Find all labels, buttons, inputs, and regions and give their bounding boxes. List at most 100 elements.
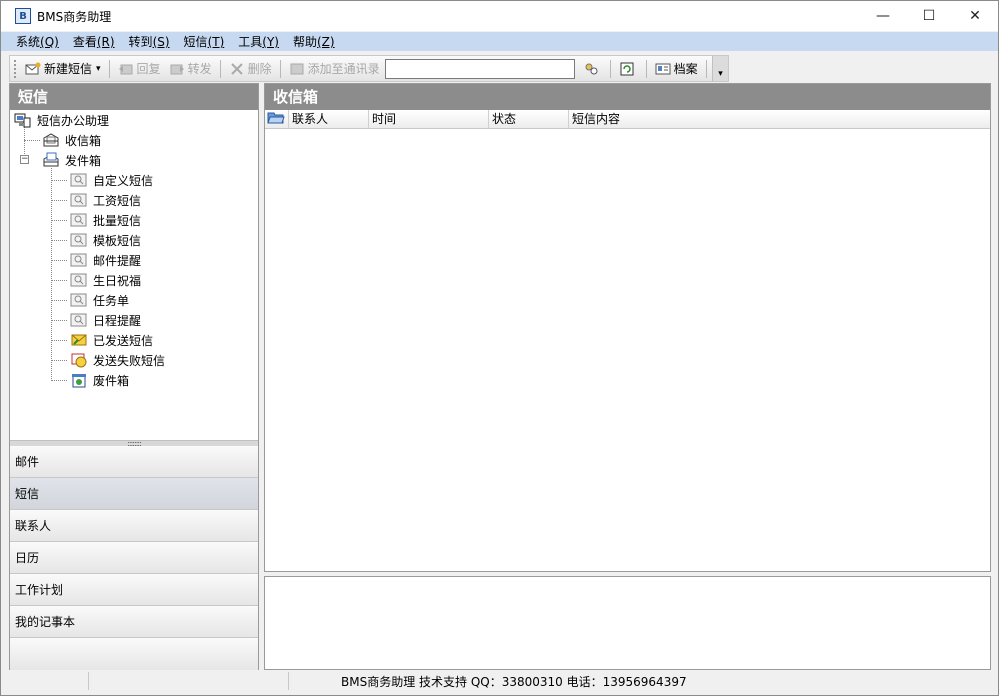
tree-item-birthday-wishes-label: 生日祝福 (93, 273, 142, 288)
archive-card-icon (655, 63, 671, 74)
toolbar-search-input[interactable] (384, 58, 575, 79)
window-title: BMS商务助理 (37, 9, 112, 24)
reply-icon (118, 64, 133, 74)
forward-button[interactable]: 转发 (165, 58, 216, 80)
column-content[interactable]: 短信内容 (569, 110, 990, 129)
nav-calendar[interactable]: 日历 (10, 542, 258, 574)
sent-messages-icon (71, 334, 87, 346)
tree-item-custom-sms-label: 自定义短信 (93, 173, 154, 188)
menu-sms-label: 短信 (183, 35, 208, 49)
new-sms-button[interactable]: 新建短信 ▾ (21, 58, 105, 80)
menu-bar: 系统(Q) 查看(R) 转到(S) 短信(T) 工具(Y) 帮助(Z) (1, 32, 998, 51)
message-list-header: 收信箱 (265, 84, 990, 110)
tree-item-failed[interactable]: 发送失败短信 (70, 350, 165, 370)
tree-item-sent[interactable]: 已发送短信 (70, 330, 153, 350)
menu-tools-label: 工具 (238, 35, 263, 49)
tree-item-template-sms[interactable]: 模板短信 (70, 230, 141, 250)
column-status[interactable]: 状态 (489, 110, 569, 129)
message-template-icon (70, 293, 87, 307)
tree-item-mail-reminder[interactable]: 邮件提醒 (70, 250, 141, 270)
title-bar: B BMS商务助理 — ☐ ✕ (1, 1, 998, 31)
message-template-icon (70, 233, 87, 247)
message-template-icon (70, 253, 87, 267)
tree-item-outbox[interactable]: 发件箱 (42, 150, 101, 170)
navigation-buttons: 邮件 短信 联系人 日历 工作计划 我的记事本 (10, 446, 258, 670)
toolbar-separator (108, 59, 110, 78)
tree-item-template-sms-label: 模板短信 (93, 233, 142, 248)
find-contact-button[interactable] (579, 58, 606, 80)
tree-item-task-list[interactable]: 任务单 (70, 290, 129, 310)
tree-item-schedule-reminder[interactable]: 日程提醒 (70, 310, 141, 330)
maximize-button[interactable]: ☐ (906, 1, 952, 31)
tree-connector (51, 260, 67, 261)
add-to-contacts-label: 添加至通讯录 (307, 62, 380, 76)
address-book-icon (290, 63, 304, 74)
tree-item-inbox[interactable]: 收信箱 (42, 130, 101, 150)
tree-item-root[interactable]: 短信办公助理 (14, 110, 109, 130)
message-preview-pane[interactable] (264, 576, 991, 670)
menu-goto-label: 转到 (128, 35, 153, 49)
archive-label: 档案 (673, 62, 698, 76)
nav-work-plan[interactable]: 工作计划 (10, 574, 258, 606)
tree-item-salary-sms[interactable]: 工资短信 (70, 190, 141, 210)
outbox-icon (43, 152, 59, 167)
tree-item-custom-sms[interactable]: 自定义短信 (70, 170, 153, 190)
tree-item-outbox-label: 发件箱 (65, 153, 102, 168)
tree-connector (51, 300, 67, 301)
menu-tools[interactable]: 工具(Y) (231, 33, 286, 50)
delete-label: 删除 (247, 62, 272, 76)
minimize-button[interactable]: — (860, 1, 906, 31)
message-template-icon (70, 313, 87, 327)
toolbar-separator (279, 59, 281, 78)
folder-tree: − 短信办公助理 收信箱 发件箱 自定义短信 工资短信 批量短信 模板短信 邮件… (10, 110, 258, 440)
reply-button[interactable]: 回复 (114, 58, 165, 80)
menu-system-key: (Q) (40, 35, 59, 49)
tree-item-failed-label: 发送失败短信 (93, 353, 166, 368)
menu-goto[interactable]: 转到(S) (122, 33, 177, 50)
add-to-contacts-button[interactable]: 添加至通讯录 (285, 58, 384, 80)
nav-overflow-area (10, 638, 258, 670)
toolbar-separator (645, 59, 647, 78)
chevron-down-icon[interactable]: ▾ (96, 64, 101, 74)
status-support-text: BMS商务助理 技术支持 QQ：33800310 电话：13956964397 (341, 674, 687, 689)
refresh-icon (620, 62, 634, 75)
collapse-toggle-icon[interactable]: − (20, 155, 29, 164)
tree-item-batch-sms[interactable]: 批量短信 (70, 210, 141, 230)
recycle-bin-icon (72, 374, 86, 388)
tree-connector (51, 340, 67, 341)
tree-item-trash[interactable]: 废件箱 (70, 370, 129, 390)
message-template-icon (70, 193, 87, 207)
delete-icon (230, 62, 243, 75)
nav-sms[interactable]: 短信 (10, 478, 258, 510)
menu-sms-key: (T) (207, 35, 225, 49)
menu-system[interactable]: 系统(Q) (9, 33, 66, 50)
tree-item-sent-label: 已发送短信 (93, 333, 154, 348)
nav-contacts[interactable]: 联系人 (10, 510, 258, 542)
delete-button[interactable]: 删除 (225, 58, 276, 80)
nav-mail[interactable]: 邮件 (10, 446, 258, 478)
open-folder-icon (267, 112, 285, 124)
tree-connector (51, 200, 67, 201)
archive-button[interactable]: 档案 (651, 58, 702, 80)
menu-help[interactable]: 帮助(Z) (286, 33, 342, 50)
app-logo-icon: B (15, 8, 31, 24)
new-message-icon (25, 62, 41, 74)
tree-item-inbox-label: 收信箱 (65, 133, 102, 148)
toolbar-overflow-button[interactable]: ▾ (712, 56, 728, 81)
close-button[interactable]: ✕ (952, 1, 998, 31)
refresh-button[interactable] (615, 58, 642, 80)
inbox-icon (43, 133, 59, 147)
nav-notepad[interactable]: 我的记事本 (10, 606, 258, 638)
tree-item-birthday-wishes[interactable]: 生日祝福 (70, 270, 141, 290)
tree-connector (51, 320, 67, 321)
toolbar-grip[interactable] (14, 59, 17, 78)
menu-sms[interactable]: 短信(T) (177, 33, 232, 50)
column-contact[interactable]: 联系人 (289, 110, 369, 129)
tree-connector (51, 220, 67, 221)
tree-connector (51, 240, 67, 241)
column-icon[interactable] (265, 110, 289, 129)
menu-view-label: 查看 (72, 35, 97, 49)
column-time[interactable]: 时间 (369, 110, 489, 129)
menu-view[interactable]: 查看(R) (66, 33, 122, 50)
tree-item-task-list-label: 任务单 (93, 293, 130, 308)
